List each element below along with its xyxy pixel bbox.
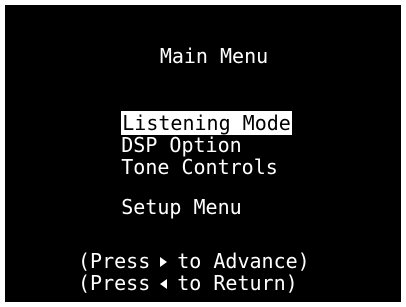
- return-hint: (Press to Return): [78, 272, 310, 294]
- menu-item-label: Tone Controls: [121, 155, 278, 179]
- menu-item-listening-mode[interactable]: Listening Mode: [49, 90, 292, 135]
- return-hint-suffix: to Return): [177, 271, 298, 295]
- menu-title: Main Menu: [159, 44, 269, 68]
- left-triangle-icon: [160, 278, 168, 289]
- menu-item-label: Setup Menu: [121, 195, 242, 219]
- main-menu-list: Listening Mode DSP Option Tone Controls …: [49, 90, 292, 218]
- osd-screen: Main Menu Listening Mode DSP Option Tone…: [5, 5, 401, 302]
- menu-item-label: DSP Option: [121, 133, 242, 157]
- advance-hint-suffix: to Advance): [177, 249, 310, 273]
- advance-hint-prefix: (Press: [78, 249, 151, 273]
- menu-item-label: Listening Mode: [121, 111, 292, 135]
- navigation-hints: (Press to Advance) (Press to Return): [78, 250, 310, 294]
- return-hint-prefix: (Press: [78, 271, 151, 295]
- advance-hint: (Press to Advance): [78, 250, 310, 272]
- right-triangle-icon: [160, 256, 168, 267]
